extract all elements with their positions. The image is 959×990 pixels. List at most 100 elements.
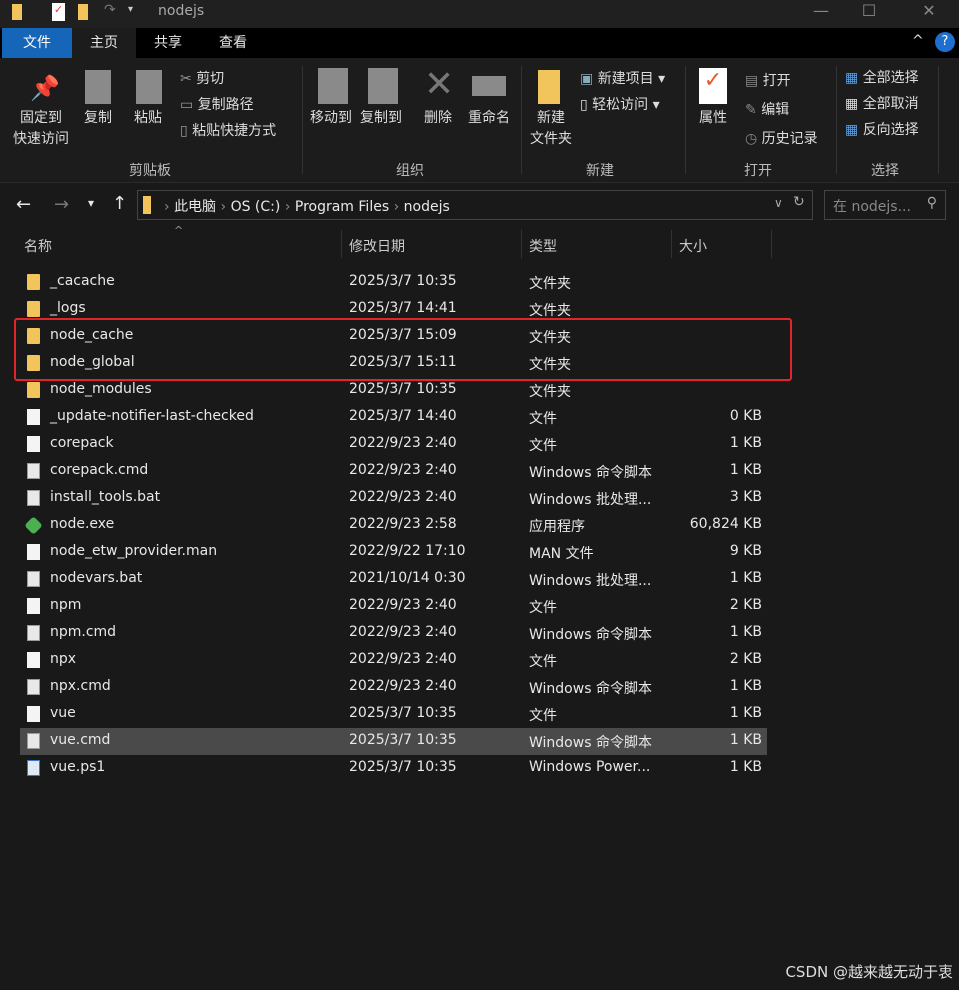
properties-icon: ✓ <box>699 68 727 104</box>
pin-label: 固定到 <box>20 110 62 126</box>
back-button[interactable]: ← <box>16 194 31 215</box>
file-icon <box>27 409 40 425</box>
file-row[interactable]: _cacache 2025/3/7 10:35 文件夹 <box>20 269 767 296</box>
copy-path-button[interactable]: ▭ 复制路径 <box>180 94 254 114</box>
file-row[interactable]: npm 2022/9/23 2:40 文件 2 KB <box>20 593 767 620</box>
paste-button[interactable]: 粘贴 <box>130 108 166 129</box>
minimize-button[interactable]: — <box>798 0 844 26</box>
file-type: Windows 命令脚本 <box>529 627 652 643</box>
tab-share[interactable]: 共享 <box>140 28 196 58</box>
file-row[interactable]: install_tools.bat 2022/9/23 2:40 Windows… <box>20 485 767 512</box>
column-divider[interactable] <box>671 230 672 258</box>
tab-home[interactable]: 主页 <box>72 28 136 58</box>
easy-access-button[interactable]: ▯ 轻松访问 ▾ <box>580 94 660 114</box>
address-bar[interactable]: › 此电脑 › OS (C:) › Program Files › nodejs… <box>137 190 813 220</box>
file-row[interactable]: node_etw_provider.man 2022/9/22 17:10 MA… <box>20 539 767 566</box>
tab-view[interactable]: 查看 <box>205 28 261 58</box>
cut-button[interactable]: ✂ 剪切 <box>180 68 224 88</box>
help-icon[interactable]: ? <box>935 32 955 52</box>
file-row[interactable]: _update-notifier-last-checked 2025/3/7 1… <box>20 404 767 431</box>
group-label-open: 打开 <box>744 163 772 179</box>
search-icon: ⚲ <box>926 195 937 211</box>
file-type: Windows 命令脚本 <box>529 735 652 751</box>
breadcrumb-nodejs[interactable]: nodejs <box>404 199 450 215</box>
address-dropdown-icon[interactable]: ∨ <box>774 196 783 210</box>
file-date: 2022/9/23 2:40 <box>349 435 457 451</box>
select-all-button[interactable]: ▦ 全部选择 <box>845 67 919 87</box>
copy-path-icon: ▭ <box>180 97 198 113</box>
edit-label: 编辑 <box>761 102 790 118</box>
breadcrumb-os-c[interactable]: OS (C:) <box>231 199 281 215</box>
edit-button[interactable]: ✎ 编辑 <box>745 99 789 119</box>
paste-shortcut-button[interactable]: ▯ 粘贴快捷方式 <box>180 120 276 140</box>
column-header-type[interactable]: 类型 <box>529 236 557 256</box>
pin-icon: 📌 <box>30 74 60 102</box>
forward-button[interactable]: → <box>54 194 69 215</box>
collapse-ribbon-icon[interactable]: ^ <box>912 33 924 49</box>
column-header-date[interactable]: 修改日期 <box>349 236 405 256</box>
file-icon <box>27 652 40 668</box>
customize-quick-access-icon[interactable]: ▾ <box>128 4 133 15</box>
file-type: 文件夹 <box>529 303 571 319</box>
open-label: 打开 <box>762 73 791 89</box>
rename-button[interactable]: 重命名 <box>464 108 514 129</box>
properties-quick-icon[interactable]: ✓ <box>52 3 65 21</box>
breadcrumb-program-files[interactable]: Program Files <box>295 199 389 215</box>
redo-icon[interactable]: ↷ <box>104 2 116 18</box>
file-row[interactable]: corepack.cmd 2022/9/23 2:40 Windows 命令脚本… <box>20 458 767 485</box>
properties-button[interactable]: 属性 <box>694 108 732 129</box>
file-name: node_etw_provider.man <box>50 543 218 559</box>
column-header-size[interactable]: 大小 <box>679 236 707 256</box>
file-row[interactable]: vue 2025/3/7 10:35 文件 1 KB <box>20 701 767 728</box>
refresh-icon[interactable]: ↻ <box>793 194 805 210</box>
move-to-button[interactable]: 移动到 <box>306 108 356 129</box>
delete-button[interactable]: 删除 <box>420 108 456 129</box>
select-none-button[interactable]: ▦ 全部取消 <box>845 93 919 113</box>
file-row[interactable]: node.exe 2022/9/23 2:58 应用程序 60,824 KB <box>20 512 767 539</box>
invert-selection-label: 反向选择 <box>862 122 919 138</box>
tab-file[interactable]: 文件 <box>2 28 72 58</box>
new-folder-button[interactable]: 新建 文件夹 <box>526 108 576 150</box>
column-header-name[interactable]: 名称 <box>24 236 52 256</box>
file-name: vue <box>50 705 76 721</box>
copy-to-button[interactable]: 复制到 <box>356 108 406 129</box>
column-divider[interactable] <box>771 230 772 258</box>
easy-access-label: 轻松访问 <box>592 97 649 113</box>
file-size: 2 KB <box>729 651 762 667</box>
history-button[interactable]: ◷ 历史记录 <box>745 128 818 148</box>
file-row[interactable]: npx.cmd 2022/9/23 2:40 Windows 命令脚本 1 KB <box>20 674 767 701</box>
invert-selection-button[interactable]: ▦ 反向选择 <box>845 119 919 139</box>
invert-selection-icon: ▦ <box>845 122 863 138</box>
new-folder-quick-icon[interactable] <box>78 4 88 20</box>
breadcrumb-this-pc[interactable]: 此电脑 <box>174 199 216 215</box>
file-type: 文件 <box>529 438 557 454</box>
file-date: 2022/9/23 2:40 <box>349 651 457 667</box>
file-row[interactable]: nodevars.bat 2021/10/14 0:30 Windows 批处理… <box>20 566 767 593</box>
open-button[interactable]: ▤ 打开 <box>745 70 791 90</box>
up-button[interactable]: ↑ <box>112 193 127 214</box>
file-row[interactable]: npx 2022/9/23 2:40 文件 2 KB <box>20 647 767 674</box>
pin-quick-access-button[interactable]: 固定到 快速访问 <box>8 108 74 150</box>
file-row[interactable]: vue.ps1 2025/3/7 10:35 Windows Power... … <box>20 755 767 782</box>
column-divider[interactable] <box>521 230 522 258</box>
new-item-button[interactable]: ▣ 新建项目 ▾ <box>580 68 665 88</box>
file-size: 60,824 KB <box>689 516 762 532</box>
column-divider[interactable] <box>341 230 342 258</box>
file-date: 2025/3/7 10:35 <box>349 705 457 721</box>
maximize-button[interactable]: ☐ <box>846 0 892 26</box>
file-type: Windows 命令脚本 <box>529 465 652 481</box>
search-input[interactable]: 在 nodejs... ⚲ <box>824 190 946 220</box>
file-row[interactable]: npm.cmd 2022/9/23 2:40 Windows 命令脚本 1 KB <box>20 620 767 647</box>
file-size: 1 KB <box>729 678 762 694</box>
file-date: 2025/3/7 10:35 <box>349 759 457 775</box>
new-folder-icon <box>538 70 560 104</box>
history-label: 历史记录 <box>761 131 818 147</box>
close-button[interactable]: ✕ <box>906 0 952 26</box>
copy-button[interactable]: 复制 <box>80 108 116 129</box>
file-row[interactable]: node_modules 2025/3/7 10:35 文件夹 <box>20 377 767 404</box>
recent-locations-button[interactable]: ▾ <box>88 196 94 210</box>
group-label-clipboard: 剪贴板 <box>129 163 171 179</box>
file-row[interactable]: corepack 2022/9/23 2:40 文件 1 KB <box>20 431 767 458</box>
file-row[interactable]: vue.cmd 2025/3/7 10:35 Windows 命令脚本 1 KB <box>20 728 767 755</box>
file-icon <box>27 544 40 560</box>
